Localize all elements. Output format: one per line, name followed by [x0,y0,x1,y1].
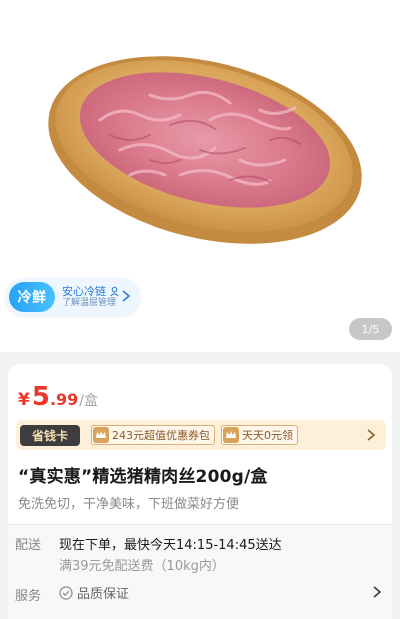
daily-free-coupon[interactable]: 天天0元领 [221,425,298,445]
delivery-eta: 现在下单，最快今天14:15-14:45送达 [59,538,282,553]
crown-icon [93,427,109,443]
product-info-card: ¥ 5 .99 /盒 省钱卡 243元超值优惠券包 天天0元领 “真实惠”精选猪… [8,364,392,524]
divider [8,524,392,525]
free-delivery-note: 满39元免配送费（10kg内） [59,559,225,574]
price-unit: /盒 [79,393,98,409]
product-title: “真实惠”精选猪精肉丝200g/盒 [18,467,268,487]
cold-fresh-pill: 冷鲜 [9,282,55,312]
cold-chain-badge[interactable]: 冷鲜 安心冷链 了解温层管理 [5,278,140,316]
product-subtitle: 免洗免切，干净美味，下班做菜好方便 [18,497,240,512]
delivery-service-section: 配送 现在下单，最快今天14:15-14:45送达 满39元免配送费（10kg内… [8,524,392,619]
cold-chain-subtitle: 了解温层管理 [62,298,117,309]
chevron-right-icon [367,429,376,441]
chevron-right-icon[interactable] [372,585,382,599]
money-saving-card-bar[interactable]: 省钱卡 243元超值优惠券包 天天0元领 [16,420,386,450]
money-card-tag: 省钱卡 [20,424,80,446]
daily-free-coupon-label: 天天0元领 [242,429,293,442]
cold-chain-title: 安心冷链 [62,285,120,299]
quality-guarantee-label: 品质保证 [77,587,130,602]
chevron-right-icon [122,290,131,302]
product-gallery[interactable]: 冷鲜 安心冷链 了解温层管理 1/5 [0,0,400,352]
image-counter: 1/5 [349,318,392,340]
price: ¥ 5 .99 /盒 [18,384,98,410]
check-circle-icon [59,585,73,600]
price-integer: 5 [31,382,50,412]
service-label: 服务 [15,589,42,604]
delivery-label: 配送 [15,538,42,553]
coupon-pack-label: 243元超值优惠券包 [112,429,210,442]
price-decimal: .99 [49,390,79,409]
cold-chain-title-text: 安心冷链 [62,284,106,298]
shield-person-icon [110,286,119,297]
price-currency: ¥ [18,390,30,410]
coupon-pack[interactable]: 243元超值优惠券包 [91,425,215,445]
quality-guarantee[interactable]: 品质保证 [59,583,129,602]
crown-icon [223,427,239,443]
